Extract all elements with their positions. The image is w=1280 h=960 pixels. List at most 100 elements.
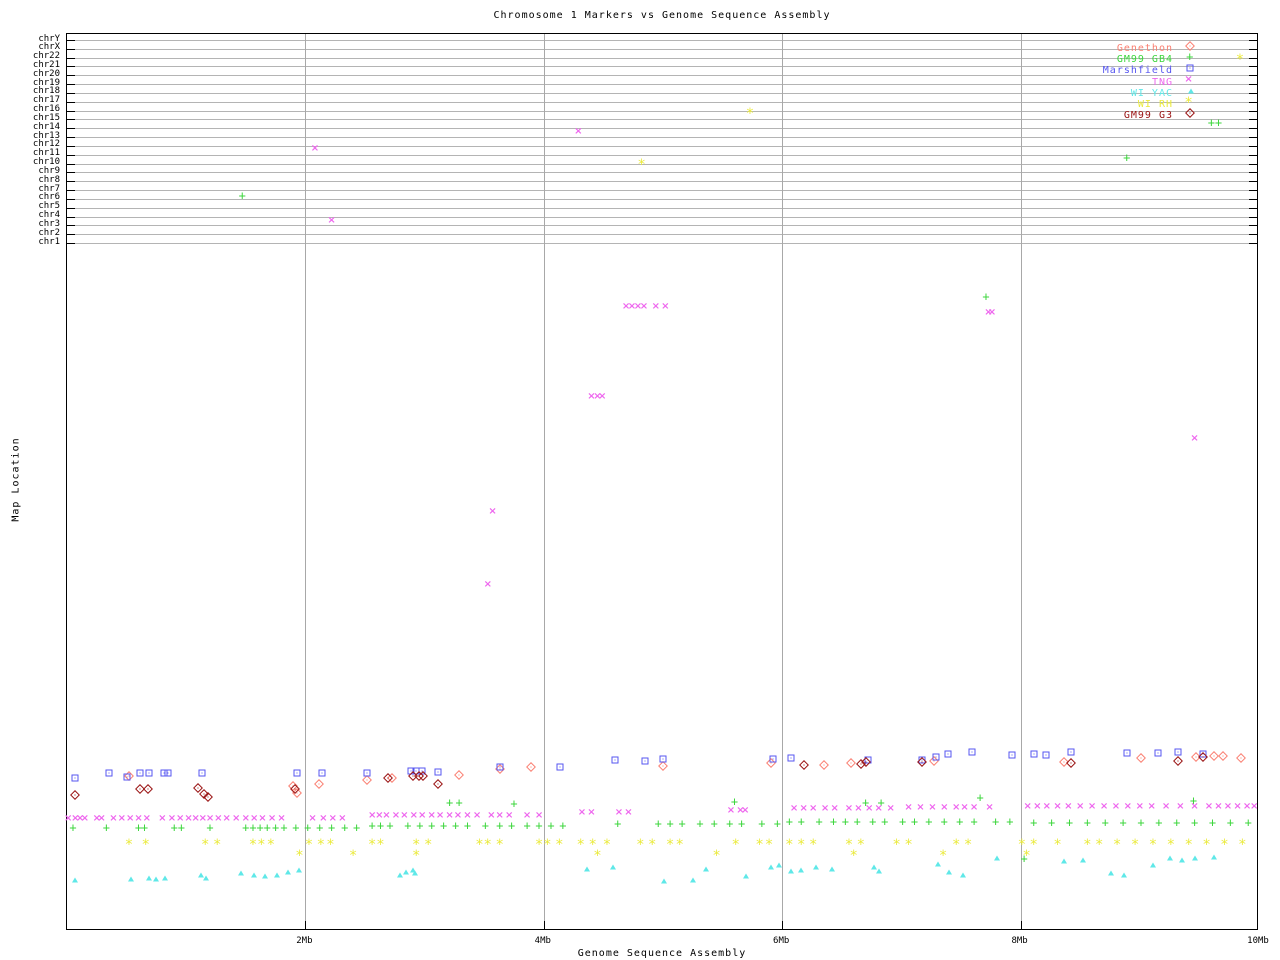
point-wi-rh: * — [316, 837, 326, 854]
point-gm99-gb4: + — [1191, 815, 1199, 830]
point-gm99-gb4: + — [853, 814, 861, 829]
legend-label-tng: TNG — [1151, 76, 1173, 88]
point-gm99-gb4: + — [353, 820, 361, 835]
point-tng: × — [249, 812, 259, 824]
gridline-chr10 — [67, 163, 1257, 165]
y-tick-right — [1249, 137, 1257, 139]
point-marshfield — [1008, 751, 1016, 759]
x-axis-title: Genome Sequence Assembly — [577, 948, 747, 959]
point-tng: × — [624, 806, 633, 818]
point-tng: × — [214, 812, 223, 824]
point-gm99-gb4: + — [614, 816, 622, 831]
point-gm99-gb4: + — [991, 814, 1000, 829]
x-tick-6mb — [782, 921, 784, 929]
point-tng: × — [97, 812, 106, 824]
point-gm99-gb4: + — [696, 816, 704, 831]
point-tng: × — [1190, 800, 1199, 812]
point-marshfield — [293, 769, 301, 777]
point-wi-yac — [128, 876, 135, 882]
point-wi-rh: * — [326, 837, 335, 854]
point-tng: × — [830, 802, 839, 814]
gridline-chr13 — [67, 137, 1257, 139]
point-genethon — [313, 779, 324, 789]
y-tick-right — [1249, 181, 1257, 183]
point-gm99-gb4: + — [940, 814, 948, 829]
point-tng: × — [789, 802, 799, 814]
y-tick-right — [1249, 225, 1257, 227]
point-gm99-gb4: + — [238, 188, 246, 203]
point-marshfield — [944, 750, 952, 758]
point-marshfield — [1030, 750, 1038, 758]
point-tng: × — [232, 812, 241, 824]
point-gm99-gb4: + — [510, 796, 518, 811]
y-tick-left — [67, 119, 75, 121]
point-wi-yac — [412, 870, 419, 876]
gridline-chr1 — [67, 243, 1257, 244]
point-genethon — [1218, 751, 1229, 761]
y-tick-label-chr1: chr1 — [38, 236, 60, 247]
point-tng: × — [463, 809, 472, 821]
point-wi-rh: * — [764, 837, 774, 854]
gridline-chr9 — [67, 172, 1257, 174]
point-wi-rh: * — [304, 837, 314, 854]
point-tng: × — [267, 812, 277, 824]
point-wi-rh: * — [648, 837, 657, 854]
point-marshfield — [145, 769, 153, 777]
point-tng: × — [472, 809, 482, 821]
y-tick-left — [67, 243, 75, 244]
point-wi-rh: * — [665, 837, 675, 854]
point-tng: × — [651, 300, 661, 312]
point-wi-yac — [261, 873, 268, 879]
y-tick-left — [67, 172, 75, 174]
point-tng: × — [258, 812, 267, 824]
point-marshfield — [556, 763, 564, 771]
point-tng: × — [483, 578, 492, 590]
legend-marker-wi-yac — [1188, 88, 1194, 94]
point-gm99-gb4: + — [1244, 815, 1252, 830]
point-gm99-g3 — [798, 760, 809, 770]
point-wi-rh: * — [475, 837, 484, 854]
x-tick-8mb — [1020, 921, 1022, 929]
point-wi-rh: * — [376, 837, 385, 854]
point-wi-rh: * — [483, 837, 492, 854]
y-tick-left — [67, 66, 75, 68]
point-tng: × — [1233, 800, 1242, 812]
point-wi-rh: * — [1166, 837, 1175, 854]
point-tng: × — [319, 812, 328, 824]
point-wi-rh: * — [555, 837, 564, 854]
point-gm99-gb4: + — [455, 795, 463, 810]
point-gm99-gb4: + — [1226, 815, 1235, 830]
point-wi-rh: * — [755, 837, 764, 854]
point-tng: × — [487, 809, 496, 821]
point-gm99-gb4: + — [1137, 815, 1145, 830]
point-tng: × — [960, 801, 969, 813]
point-gm99-gb4: + — [797, 814, 805, 829]
point-genethon — [1236, 753, 1247, 763]
point-marshfield — [659, 755, 667, 763]
point-tng: × — [1214, 800, 1223, 812]
point-tng: × — [904, 801, 913, 813]
y-tick-right — [1249, 216, 1257, 218]
gridline-2mb — [305, 34, 307, 929]
point-tng: × — [125, 812, 135, 824]
point-genethon — [846, 758, 857, 768]
point-tng: × — [409, 809, 419, 821]
chart-title: Chromosome 1 Markers vs Genome Sequence … — [493, 10, 831, 21]
point-tng: × — [134, 812, 143, 824]
point-tng: × — [205, 812, 215, 824]
point-wi-rh: * — [412, 848, 421, 865]
point-wi-rh: * — [576, 837, 585, 854]
x-tick-label-2mb: 2Mb — [296, 936, 313, 946]
point-marshfield — [434, 768, 442, 776]
point-tng: × — [886, 802, 895, 814]
y-tick-right — [1249, 154, 1257, 156]
y-tick-left — [67, 207, 75, 209]
y-tick-left — [67, 225, 75, 227]
point-wi-yac — [1121, 872, 1128, 878]
point-gm99-gb4: + — [1065, 815, 1074, 830]
point-wi-yac — [689, 877, 696, 883]
point-wi-yac — [1079, 857, 1086, 863]
point-tng: × — [109, 812, 118, 824]
point-tng: × — [741, 804, 750, 816]
point-marshfield — [769, 755, 777, 763]
